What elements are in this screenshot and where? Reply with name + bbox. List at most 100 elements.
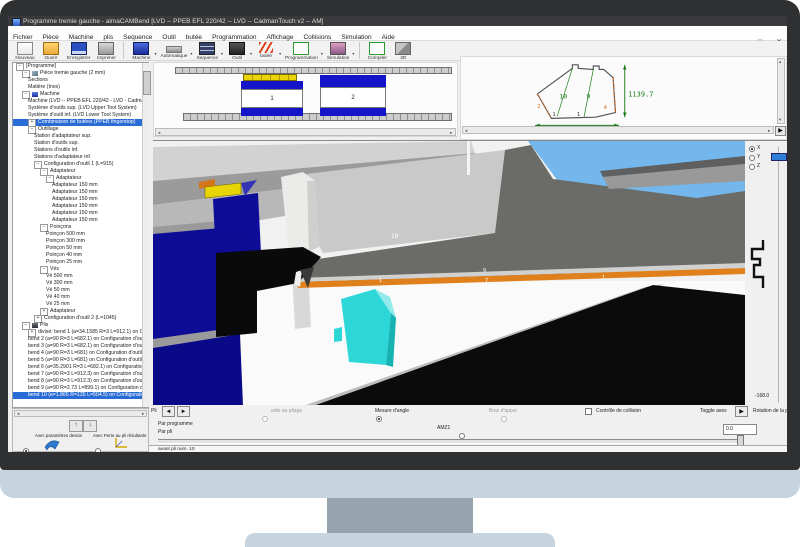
profile-horizontal-scrollbar[interactable]: ◂ ▸ (462, 126, 774, 134)
toolbar-automatique-button[interactable]: Automatique (160, 42, 187, 59)
tree-item[interactable]: −Adaptateur (13, 168, 148, 175)
profile-vertical-scrollbar[interactable]: ▴ ▾ (777, 58, 785, 124)
tree-item[interactable]: Station d'outils sup. (13, 140, 148, 147)
axis-option-z[interactable]: Z (749, 162, 760, 171)
toolbar-3d-button[interactable]: 3D (393, 42, 413, 61)
toolbar-butée-button[interactable]: butée (256, 42, 276, 59)
chevron-down-icon[interactable]: ▾ (321, 51, 323, 56)
station2-punch[interactable] (320, 75, 386, 87)
tree-item[interactable]: Adaptateur 150 mm (13, 196, 148, 203)
tree-item[interactable]: Poinçon 300 mm (13, 238, 148, 245)
tree-item[interactable]: −Pièce tremie gauche (2 mm) (13, 70, 148, 77)
chevron-down-icon[interactable]: ▾ (250, 51, 252, 56)
chevron-down-icon[interactable]: ▾ (279, 51, 281, 56)
axis-option-x[interactable]: X (749, 144, 760, 153)
toggle-axes-button[interactable]: ▶ (735, 406, 748, 417)
radio-icon[interactable] (749, 164, 755, 170)
simulation-3d-viewport[interactable]: 10 1 9 7 1 (153, 140, 745, 406)
option-bend-loss-radio[interactable] (95, 448, 101, 452)
toolbar-imprimer-button[interactable]: Imprimer (96, 42, 116, 61)
rotation-value-input[interactable]: 0.0 (723, 424, 757, 435)
tree-item[interactable]: Vé 500 mm (13, 273, 148, 280)
scroll-down-icon[interactable]: ▾ (779, 117, 781, 123)
scroll-left-icon[interactable]: ◂ (17, 411, 19, 417)
tree-item[interactable]: Poinçon 500 mm (13, 231, 148, 238)
tree-item[interactable]: Poinçon 40 mm (13, 252, 148, 259)
station1-upper-adapters[interactable] (243, 74, 297, 81)
toolbar-enregistrer-button[interactable]: Enregistrer (67, 42, 90, 61)
move-up-button[interactable]: ↑ (69, 420, 83, 432)
tree-item[interactable]: bend 7 (a=90 R=3 L=912.3) on Configurati… (13, 371, 148, 378)
tree-item[interactable]: bend 9 (a=90 R=2.73 L=899.1) on Configur… (13, 385, 148, 392)
tree-item[interactable]: −[Programme] (13, 63, 148, 70)
toolbar-machine-button[interactable]: Machine (131, 42, 151, 61)
tree-item[interactable]: bend 5 (a=90 R=3 L=681) on Configuration… (13, 357, 148, 364)
mesure-angle-radio[interactable] (376, 416, 382, 422)
toolbar-ouvrir-button[interactable]: Ouvrir (41, 42, 61, 61)
tree-item[interactable]: Poinçon 25 mm (13, 259, 148, 266)
tree-item[interactable]: bend 6 (a=35.2901 R=3 L=682.1) on Config… (13, 364, 148, 371)
scroll-right-icon[interactable]: ▸ (142, 411, 144, 417)
tree-item[interactable]: bend 3 (a=90 R=3 L=682.1) on Configurati… (13, 343, 148, 350)
tree-item[interactable]: Machine (LVD -- PPEB EFL 220/42 - LVD - … (13, 98, 148, 105)
tree-horizontal-scrollbar[interactable]: ◂ ▸ (14, 410, 147, 417)
zoom-slider-thumb[interactable] (771, 153, 787, 161)
tree-item[interactable]: −Machine (13, 91, 148, 98)
option-draw-params-radio[interactable] (23, 448, 29, 452)
next-bend-button[interactable]: ► (177, 406, 190, 417)
tree-item[interactable]: bend 8 (a=90 R=3 L=912.3) on Configurati… (13, 378, 148, 385)
bras-appui-radio[interactable] (501, 416, 507, 422)
tree-item[interactable]: Poinçon 50 mm (13, 245, 148, 252)
tree-item[interactable]: Matière (Inox) (13, 84, 148, 91)
tree-item[interactable]: Adaptateur 150 mm (13, 189, 148, 196)
scrollbar-thumb[interactable] (143, 71, 151, 95)
chevron-down-icon[interactable]: ▾ (190, 51, 192, 56)
tree-item[interactable]: Vé 300 mm (13, 280, 148, 287)
profile-expand-button[interactable]: ▶ (775, 126, 786, 136)
tree-item[interactable]: Sections (13, 77, 148, 84)
station1-die[interactable] (241, 108, 303, 116)
aide-au-pliage-radio[interactable] (262, 416, 268, 422)
tree-item[interactable]: −Adaptateur (13, 175, 148, 182)
tree-item[interactable]: Adaptateur 150 mm (13, 203, 148, 210)
station2-body[interactable]: 2 (320, 87, 386, 108)
tree-item[interactable]: Système d'outils sup. (LVD Upper Tool Sy… (13, 105, 148, 112)
tree-item[interactable]: Stations d'outils inf. (13, 147, 148, 154)
scroll-right-icon[interactable]: ▸ (450, 130, 452, 136)
tree-item[interactable]: Adaptateur 150 mm (13, 182, 148, 189)
station1-body[interactable]: 1 (241, 89, 303, 108)
tree-item[interactable]: Station d'adaptateur sup. (13, 133, 148, 140)
station2-die[interactable] (320, 108, 386, 116)
tree-item[interactable]: bend 4 (a=90 R=3 L=681) on Configuration… (13, 350, 148, 357)
scroll-left-icon[interactable]: ◂ (158, 130, 160, 136)
tree-vertical-scrollbar[interactable] (142, 63, 149, 407)
toolbar-simulation-button[interactable]: Simulation (327, 42, 349, 61)
tree-item[interactable]: Adaptateur 150 mm (13, 217, 148, 224)
scroll-up-icon[interactable]: ▴ (779, 59, 781, 65)
scroll-left-icon[interactable]: ◂ (465, 128, 467, 134)
chevron-down-icon[interactable]: ▾ (154, 51, 156, 56)
scroll-right-icon[interactable]: ▸ (768, 128, 770, 134)
tree-item[interactable]: −Poinçons (13, 224, 148, 231)
station1-punch[interactable] (241, 81, 303, 89)
previous-bend-button[interactable]: ◄ (162, 406, 175, 417)
chevron-down-icon[interactable]: ▾ (352, 51, 354, 56)
chevron-down-icon[interactable]: ▾ (221, 51, 223, 56)
move-down-button[interactable]: ↓ (83, 420, 97, 432)
radio-icon[interactable] (749, 155, 755, 161)
toolbar-programmation-button[interactable]: Programmation (285, 42, 318, 61)
tree-item[interactable]: Vé 50 mm (13, 287, 148, 294)
collision-checkbox[interactable] (585, 408, 592, 415)
station-horizontal-scrollbar[interactable]: ◂ ▸ (155, 128, 456, 136)
toolbar-nouveau-button[interactable]: Nouveau (15, 42, 35, 61)
tree-item[interactable]: bend 10 (a=1.865 R=135 L=504.5) on Confi… (13, 392, 148, 399)
tree-item[interactable]: Vé 40 mm (13, 294, 148, 301)
zoom-slider-track[interactable] (778, 147, 779, 403)
sequence-slider-track[interactable] (158, 439, 743, 444)
tree-item[interactable]: Adaptateur 150 mm (13, 210, 148, 217)
tree-item[interactable]: bend 2 (a=90 R=3 L=682.1) on Configurati… (13, 336, 148, 343)
toolbar-sequence-button[interactable]: Sequence (196, 42, 218, 61)
toolbar-outil-button[interactable]: Outil (227, 42, 247, 61)
tree-item[interactable]: +Configuration d'outil 2 (L=1045) (13, 315, 148, 322)
tree-item[interactable]: −Vés (13, 266, 148, 273)
